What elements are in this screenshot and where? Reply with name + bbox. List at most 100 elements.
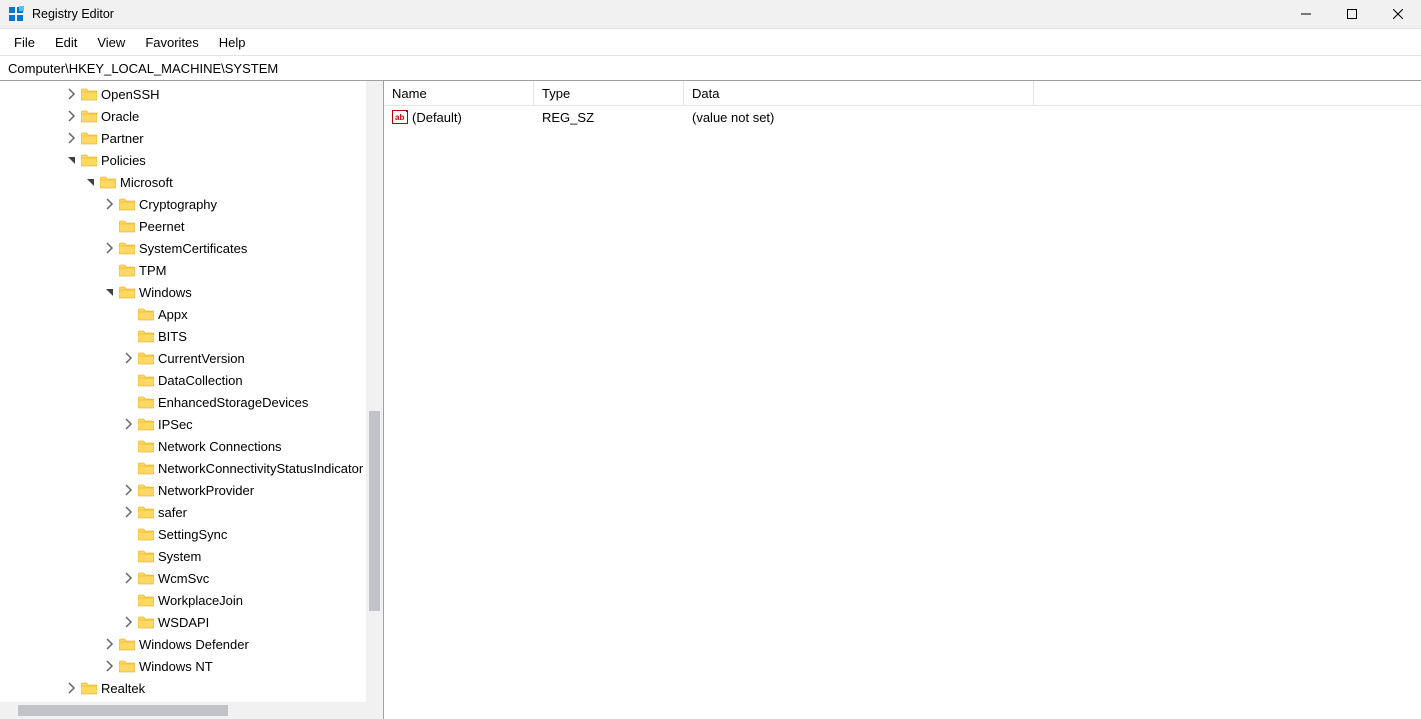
window-controls <box>1283 0 1421 28</box>
folder-icon <box>81 131 97 145</box>
maximize-button[interactable] <box>1329 0 1375 28</box>
list-header: Name Type Data <box>384 81 1421 106</box>
folder-icon <box>138 461 154 475</box>
tree-item[interactable]: WSDAPI <box>0 611 383 633</box>
chevron-right-icon[interactable] <box>65 87 79 101</box>
chevron-right-icon[interactable] <box>122 615 136 629</box>
tree-item-label: SystemCertificates <box>139 241 247 256</box>
tree-item[interactable]: OpenSSH <box>0 83 383 105</box>
tree-item-label: Oracle <box>101 109 139 124</box>
tree-item-label: TPM <box>139 263 166 278</box>
tree-item[interactable]: WcmSvc <box>0 567 383 589</box>
folder-icon <box>81 681 97 695</box>
tree-item[interactable]: Windows <box>0 281 383 303</box>
menu-edit[interactable]: Edit <box>45 31 87 54</box>
folder-icon <box>138 417 154 431</box>
tree-item[interactable]: Appx <box>0 303 383 325</box>
tree-item-label: Windows Defender <box>139 637 249 652</box>
chevron-right-icon[interactable] <box>122 483 136 497</box>
chevron-right-icon[interactable] <box>103 659 117 673</box>
column-header-name[interactable]: Name <box>384 81 534 105</box>
tree-scroll: OpenSSH Oracle PartnerPolicies Microsoft Cry… <box>0 81 383 702</box>
folder-icon <box>138 351 154 365</box>
chevron-right-icon[interactable] <box>122 351 136 365</box>
folder-icon <box>119 659 135 673</box>
tree-item-label: Microsoft <box>120 175 173 190</box>
chevron-down-icon[interactable] <box>65 153 79 167</box>
tree-item[interactable]: Partner <box>0 127 383 149</box>
tree-item-label: safer <box>158 505 187 520</box>
chevron-down-icon[interactable] <box>84 175 98 189</box>
folder-icon <box>119 285 135 299</box>
tree-item[interactable]: safer <box>0 501 383 523</box>
app-icon <box>8 6 24 22</box>
folder-icon <box>138 571 154 585</box>
menu-help[interactable]: Help <box>209 31 256 54</box>
folder-icon <box>81 109 97 123</box>
list-row[interactable]: (Default)REG_SZ(value not set) <box>384 106 1421 128</box>
column-header-type[interactable]: Type <box>534 81 684 105</box>
tree-item[interactable]: NetworkProvider <box>0 479 383 501</box>
tree-item[interactable]: EnhancedStorageDevices <box>0 391 383 413</box>
folder-icon <box>119 197 135 211</box>
tree-item[interactable]: Microsoft <box>0 171 383 193</box>
tree-item[interactable]: TPM <box>0 259 383 281</box>
column-header-data[interactable]: Data <box>684 81 1034 105</box>
tree-item-label: OpenSSH <box>101 87 160 102</box>
chevron-right-icon[interactable] <box>122 571 136 585</box>
folder-icon <box>138 527 154 541</box>
tree-item[interactable]: CurrentVersion <box>0 347 383 369</box>
tree-item-label: NetworkConnectivityStatusIndicator <box>158 461 363 476</box>
folder-icon <box>81 87 97 101</box>
chevron-right-icon[interactable] <box>103 637 117 651</box>
close-button[interactable] <box>1375 0 1421 28</box>
tree-item[interactable]: Cryptography <box>0 193 383 215</box>
address-bar[interactable]: Computer\HKEY_LOCAL_MACHINE\SYSTEM <box>0 56 1421 81</box>
menu-view[interactable]: View <box>87 31 135 54</box>
menu-file[interactable]: File <box>4 31 45 54</box>
chevron-right-icon[interactable] <box>65 109 79 123</box>
folder-icon <box>119 241 135 255</box>
registry-tree[interactable]: OpenSSH Oracle PartnerPolicies Microsoft Cry… <box>0 81 383 702</box>
tree-item[interactable]: IPSec <box>0 413 383 435</box>
value-name: (Default) <box>412 110 462 125</box>
folder-icon <box>119 219 135 233</box>
minimize-button[interactable] <box>1283 0 1329 28</box>
tree-item-label: Appx <box>158 307 188 322</box>
tree-item[interactable]: SystemCertificates <box>0 237 383 259</box>
scrollbar-thumb[interactable] <box>18 705 228 716</box>
tree-item[interactable]: Windows Defender <box>0 633 383 655</box>
tree-item[interactable]: WorkplaceJoin <box>0 589 383 611</box>
scrollbar-thumb[interactable] <box>369 411 380 611</box>
tree-item[interactable]: System <box>0 545 383 567</box>
chevron-right-icon[interactable] <box>65 681 79 695</box>
menu-favorites[interactable]: Favorites <box>135 31 208 54</box>
tree-item[interactable]: NetworkConnectivityStatusIndicator <box>0 457 383 479</box>
tree-item[interactable]: Oracle <box>0 105 383 127</box>
folder-icon <box>138 549 154 563</box>
tree-item[interactable]: Peernet <box>0 215 383 237</box>
tree-item[interactable]: BITS <box>0 325 383 347</box>
folder-icon <box>138 593 154 607</box>
chevron-down-icon[interactable] <box>103 285 117 299</box>
tree-item[interactable]: DataCollection <box>0 369 383 391</box>
chevron-right-icon[interactable] <box>103 241 117 255</box>
tree-item[interactable]: Realtek <box>0 677 383 699</box>
tree-vertical-scrollbar[interactable] <box>366 81 383 702</box>
values-list-pane: Name Type Data (Default)REG_SZ(value not… <box>384 81 1421 719</box>
chevron-right-icon[interactable] <box>122 417 136 431</box>
list-body[interactable]: (Default)REG_SZ(value not set) <box>384 106 1421 719</box>
chevron-right-icon[interactable] <box>65 131 79 145</box>
tree-item[interactable]: Windows NT <box>0 655 383 677</box>
tree-item[interactable]: SettingSync <box>0 523 383 545</box>
tree-item[interactable]: Policies <box>0 149 383 171</box>
chevron-right-icon[interactable] <box>122 505 136 519</box>
content-split: OpenSSH Oracle PartnerPolicies Microsoft Cry… <box>0 81 1421 719</box>
folder-icon <box>138 307 154 321</box>
folder-icon <box>138 483 154 497</box>
chevron-right-icon[interactable] <box>103 197 117 211</box>
tree-item[interactable]: Network Connections <box>0 435 383 457</box>
tree-horizontal-scrollbar[interactable] <box>0 702 383 719</box>
tree-item-label: Peernet <box>139 219 185 234</box>
value-name-cell: (Default) <box>384 109 534 125</box>
